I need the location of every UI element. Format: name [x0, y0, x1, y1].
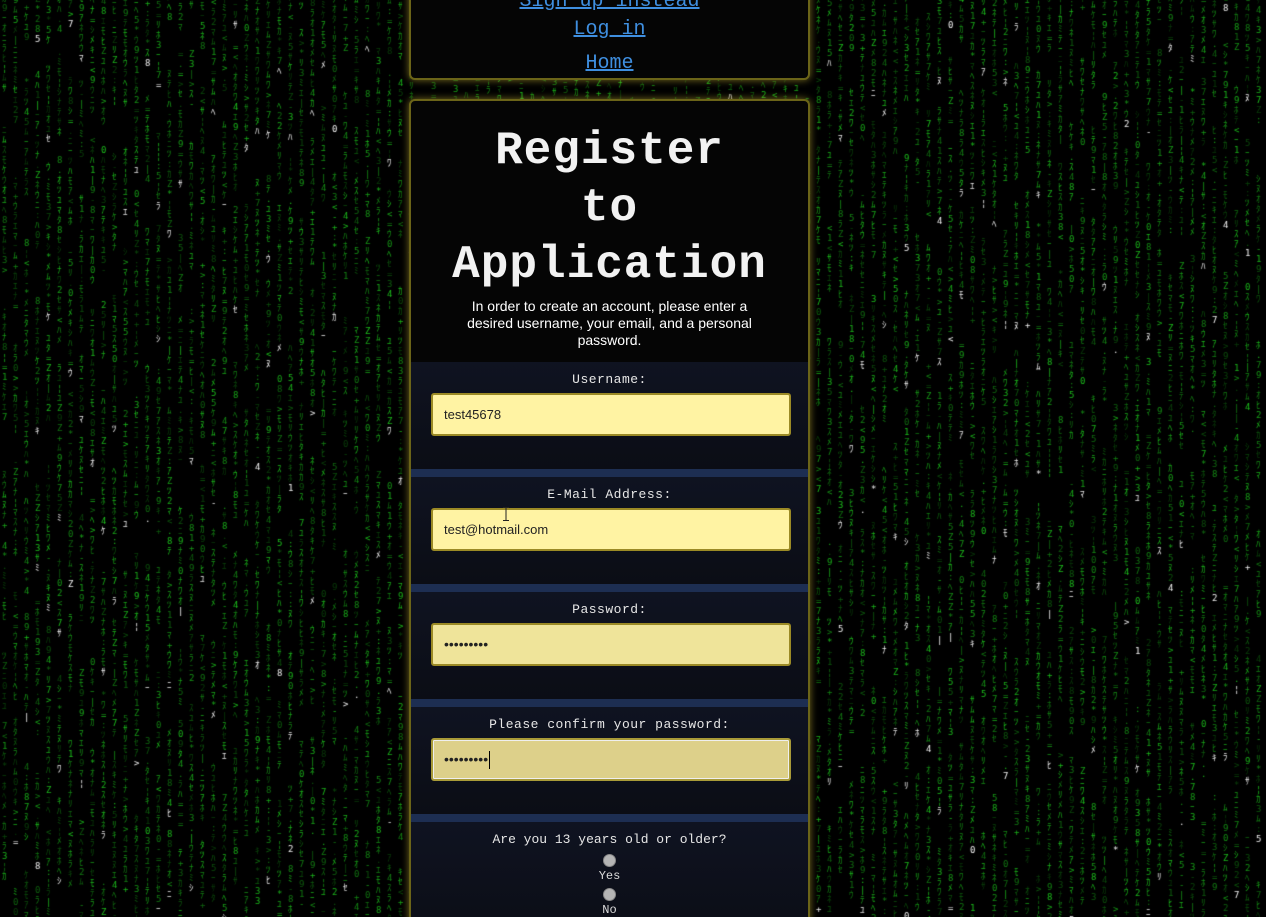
email-label: E-Mail Address: [547, 487, 672, 502]
confirm-password-value: ••••••••• [444, 751, 489, 767]
text-cursor-icon [503, 507, 509, 521]
radio-no[interactable] [603, 888, 616, 901]
login-link[interactable]: Log in [411, 18, 808, 41]
radio-no-label: No [602, 903, 617, 917]
confirm-password-label: Please confirm your password: [489, 717, 730, 732]
page-title-line-3: Application [452, 239, 767, 291]
username-label: Username: [572, 372, 647, 387]
nav-link-partial[interactable]: Sign up instead [411, 0, 808, 13]
section-divider [411, 584, 808, 592]
page-title-line-2: to [580, 182, 639, 234]
confirm-password-input[interactable]: ••••••••• [431, 738, 791, 781]
age-section: Are you 13 years old or older? Yes No [411, 822, 808, 917]
password-section: Password: ••••••••• [411, 592, 808, 699]
age-option-no[interactable]: No [411, 888, 808, 917]
section-divider [411, 469, 808, 477]
username-input[interactable]: test45678 [431, 393, 791, 436]
register-form-panel: Register to Application In order to crea… [409, 99, 810, 917]
text-caret [489, 751, 491, 770]
email-input[interactable]: test@hotmail.com [431, 508, 791, 551]
page-title-line-1: Register [495, 125, 724, 177]
email-section: E-Mail Address: test@hotmail.com [411, 477, 808, 584]
radio-yes[interactable] [603, 854, 616, 867]
username-section: Username: test45678 [411, 362, 808, 469]
radio-yes-label: Yes [598, 869, 621, 883]
confirm-password-section: Please confirm your password: ••••••••• [411, 707, 808, 814]
age-option-yes[interactable]: Yes [411, 854, 808, 883]
intro-text: In order to create an account, please en… [467, 298, 752, 348]
age-question: Are you 13 years old or older? [492, 832, 727, 847]
section-divider [411, 814, 808, 822]
section-divider [411, 699, 808, 707]
home-link[interactable]: Home [411, 52, 808, 75]
password-label: Password: [572, 602, 647, 617]
nav-panel: Sign up instead Log in Home [409, 0, 810, 80]
page-title: Register to Application [411, 123, 808, 294]
password-input[interactable]: ••••••••• [431, 623, 791, 666]
